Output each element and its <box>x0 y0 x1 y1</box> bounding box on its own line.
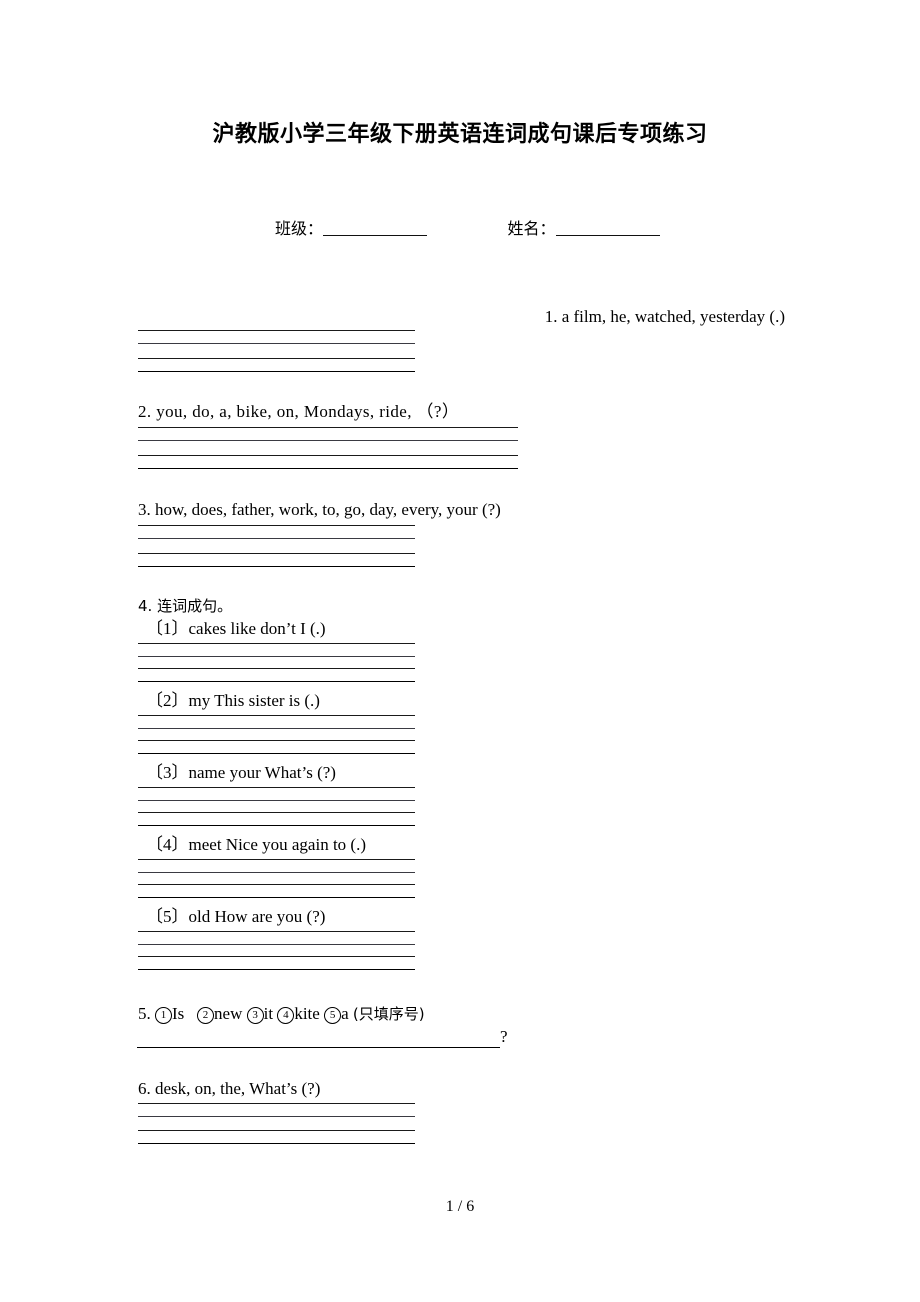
worksheet-page: 沪教版小学三年级下册英语连词成句课后专项练习 班级： 姓名： 1. a film… <box>0 0 920 1302</box>
q4-3-answer-line-3[interactable] <box>138 812 415 813</box>
q3-answer-line-2[interactable] <box>138 538 415 539</box>
student-info-row: 班级： 姓名： <box>275 215 775 239</box>
q4-2-answer-line-3[interactable] <box>138 740 415 741</box>
q1-answer-line-3[interactable] <box>138 358 415 359</box>
q5-choice-2-word: new <box>214 1004 243 1023</box>
q4-5-answer-line-2[interactable] <box>138 944 415 945</box>
q6-answer-line-1[interactable] <box>138 1103 415 1104</box>
q5-choice-3-word: it <box>263 1004 274 1023</box>
circled-number-5: 5 <box>324 1007 342 1024</box>
q1-answer-line-4[interactable] <box>138 371 415 372</box>
q2-answer-line-4[interactable] <box>138 468 518 469</box>
sub-4-text: meet Nice you again to (.) <box>188 835 367 854</box>
page-number-footer: 1 / 6 <box>445 1198 475 1215</box>
q4-4-answer-line-1[interactable] <box>138 859 415 860</box>
name-input-blank[interactable] <box>555 221 660 236</box>
question-4-text: 4. 连词成句。 <box>138 597 233 615</box>
q2-answer-line-1[interactable] <box>138 427 518 428</box>
q4-1-answer-line-3[interactable] <box>138 668 415 669</box>
sub-5-marker: 〔5〕 <box>146 907 189 926</box>
question-5-text: 5. 1 Is 2 new 3 it 4 kite 5a (只填序号) <box>138 1004 425 1024</box>
q5-choice-3: 3 it <box>246 1004 274 1024</box>
q4-4-answer-line-2[interactable] <box>138 872 415 873</box>
circled-number-4: 4 <box>277 1007 295 1024</box>
q4-1-answer-line-1[interactable] <box>138 643 415 644</box>
q3-answer-line-1[interactable] <box>138 525 415 526</box>
q4-4-answer-line-3[interactable] <box>138 884 415 885</box>
circled-number-3: 3 <box>246 1007 264 1024</box>
q2-answer-line-3[interactable] <box>138 455 518 456</box>
sub-1-marker: 〔1〕 <box>146 619 189 638</box>
class-field: 班级： <box>275 215 428 239</box>
circled-number-2: 2 <box>197 1007 215 1024</box>
q4-2-answer-line-4[interactable] <box>138 753 415 754</box>
q5-choice-2: 2 new <box>197 1004 243 1024</box>
q3-answer-line-3[interactable] <box>138 553 415 554</box>
name-field: 姓名： <box>508 215 660 239</box>
q3-answer-line-4[interactable] <box>138 566 415 567</box>
question-6-text: 6. desk, on, the, What’s (?) <box>138 1079 321 1098</box>
question-3-text: 3. how, does, father, work, to, go, day,… <box>138 500 501 519</box>
question-4-sub-3: 〔3〕name your What’s (?) <box>146 763 336 783</box>
sub-5-text: old How are you (?) <box>188 907 326 926</box>
q4-1-answer-line-4[interactable] <box>138 681 415 682</box>
question-4-sub-5: 〔5〕old How are you (?) <box>146 907 325 927</box>
q5-answer-line-1[interactable] <box>137 1047 500 1048</box>
q1-answer-line-1[interactable] <box>138 330 415 331</box>
question-2-text: 2. you, do, a, bike, on, Mondays, ride, … <box>138 402 460 421</box>
q4-3-answer-line-1[interactable] <box>138 787 415 788</box>
q5-prefix: 5. <box>138 1004 151 1023</box>
q4-2-answer-line-2[interactable] <box>138 728 415 729</box>
q4-3-answer-line-4[interactable] <box>138 825 415 826</box>
q4-3-answer-line-2[interactable] <box>138 800 415 801</box>
q6-answer-line-2[interactable] <box>138 1116 415 1117</box>
sub-2-text: my This sister is (.) <box>188 691 320 710</box>
sub-1-text: cakes like don’t I (.) <box>188 619 326 638</box>
class-label: 班级： <box>275 219 324 238</box>
q5-choice-5: 5a <box>324 1004 349 1024</box>
question-4-sub-4: 〔4〕meet Nice you again to (.) <box>146 835 366 855</box>
sub-3-marker: 〔3〕 <box>146 763 189 782</box>
page-title: 沪教版小学三年级下册英语连词成句课后专项练习 <box>212 122 708 147</box>
question-4-sub-1: 〔1〕cakes like don’t I (.) <box>146 619 326 639</box>
q4-5-answer-line-3[interactable] <box>138 956 415 957</box>
q5-choice-1: 1 Is <box>155 1004 185 1024</box>
sub-2-marker: 〔2〕 <box>146 691 189 710</box>
circled-number-1: 1 <box>155 1007 172 1024</box>
sub-4-marker: 〔4〕 <box>146 835 189 854</box>
q4-5-answer-line-4[interactable] <box>138 969 415 970</box>
q1-answer-line-2[interactable] <box>138 343 415 344</box>
question-1-text: 1. a film, he, watched, yesterday (.) <box>544 307 785 326</box>
q4-1-answer-line-2[interactable] <box>138 656 415 657</box>
q5-choice-4: 4 kite <box>277 1004 320 1024</box>
q4-5-answer-line-1[interactable] <box>138 931 415 932</box>
name-label: 姓名： <box>507 219 556 238</box>
q6-answer-line-3[interactable] <box>138 1130 415 1131</box>
class-input-blank[interactable] <box>323 221 428 236</box>
q6-answer-line-4[interactable] <box>138 1143 415 1144</box>
q5-choice-5-word: a <box>341 1004 349 1023</box>
q4-4-answer-line-4[interactable] <box>138 897 415 898</box>
question-4-sub-2: 〔2〕my This sister is (.) <box>146 691 320 711</box>
q4-2-answer-line-1[interactable] <box>138 715 415 716</box>
q5-trailing-mark: ? <box>500 1027 508 1046</box>
q5-choice-1-word: Is <box>172 1004 185 1023</box>
sub-3-text: name your What’s (?) <box>188 763 336 782</box>
q5-note: (只填序号) <box>352 1005 425 1023</box>
q5-choice-4-word: kite <box>294 1004 320 1023</box>
q2-answer-line-2[interactable] <box>138 440 518 441</box>
